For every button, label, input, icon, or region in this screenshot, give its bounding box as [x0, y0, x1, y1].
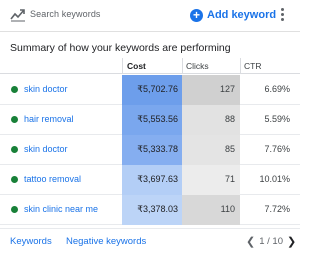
keyword-link[interactable]: skin doctor — [24, 84, 68, 94]
status-dot-icon — [11, 116, 18, 123]
keywords-card: Search keywords + Add keyword Summary of… — [0, 0, 300, 256]
chevron-right-icon[interactable]: ❯ — [287, 235, 296, 248]
ctr-cell: 7.76% — [264, 144, 290, 154]
card-footer: Keywords Negative keywords ❮ 1 / 10 ❯ — [0, 230, 300, 256]
card-title: Search keywords — [30, 9, 101, 19]
status-dot-icon — [11, 146, 18, 153]
status-dot-icon — [11, 86, 18, 93]
keyword-link[interactable]: skin doctor — [24, 144, 68, 154]
keywords-link[interactable]: Keywords — [10, 236, 52, 247]
table-header: Cost Clicks CTR — [0, 58, 300, 74]
cost-cell: ₹3,697.63 — [137, 174, 178, 184]
ctr-cell: 10.01% — [259, 174, 290, 184]
table-row[interactable]: skin doctor ₹5,702.76 127 6.69% — [0, 75, 300, 105]
table-row[interactable]: skin doctor ₹5,333.78 85 7.76% — [0, 135, 300, 165]
pagination: ❮ 1 / 10 ❯ — [246, 235, 296, 248]
clicks-cell: 88 — [224, 114, 235, 124]
column-divider — [182, 58, 183, 74]
column-divider — [240, 58, 241, 74]
status-dot-icon — [11, 176, 18, 183]
clicks-cell: 71 — [224, 174, 235, 184]
column-header-ctr[interactable]: CTR — [244, 61, 261, 71]
column-header-cost[interactable]: Cost — [127, 61, 146, 71]
column-header-clicks[interactable]: Clicks — [186, 61, 209, 71]
keyword-link[interactable]: hair removal — [24, 114, 74, 124]
table-row[interactable]: hair removal ₹5,553.56 88 5.59% — [0, 105, 300, 135]
page-indicator: 1 / 10 — [259, 236, 283, 247]
ctr-cell: 5.59% — [264, 114, 290, 124]
clicks-cell: 85 — [224, 144, 235, 154]
cost-cell: ₹5,702.76 — [137, 84, 178, 94]
trending-keywords-icon — [10, 9, 25, 22]
cost-cell: ₹3,378.03 — [137, 204, 178, 214]
chevron-left-icon[interactable]: ❮ — [246, 235, 255, 248]
summary-heading: Summary of how your keywords are perform… — [10, 42, 231, 54]
header-divider — [0, 31, 300, 32]
table-row[interactable]: skin clinic near me ₹3,378.03 110 7.72% — [0, 195, 300, 225]
add-keyword-button[interactable]: + Add keyword — [190, 6, 276, 24]
table-row[interactable]: tattoo removal ₹3,697.63 71 10.01% — [0, 165, 300, 195]
cost-cell: ₹5,553.56 — [137, 114, 178, 124]
status-dot-icon — [11, 206, 18, 213]
footer-divider — [0, 228, 300, 229]
cost-cell: ₹5,333.78 — [137, 144, 178, 154]
add-keyword-label: Add keyword — [207, 9, 277, 21]
negative-keywords-link[interactable]: Negative keywords — [66, 236, 146, 247]
clicks-cell: 110 — [220, 204, 235, 214]
card-header: Search keywords + Add keyword — [0, 0, 300, 32]
clicks-cell: 127 — [219, 84, 235, 94]
ctr-cell: 7.72% — [264, 204, 290, 214]
keyword-link[interactable]: tattoo removal — [24, 174, 81, 184]
more-options-icon[interactable] — [277, 7, 287, 23]
plus-icon: + — [190, 8, 203, 22]
column-divider — [122, 58, 123, 74]
ctr-cell: 6.69% — [264, 84, 290, 94]
keyword-link[interactable]: skin clinic near me — [24, 204, 98, 214]
